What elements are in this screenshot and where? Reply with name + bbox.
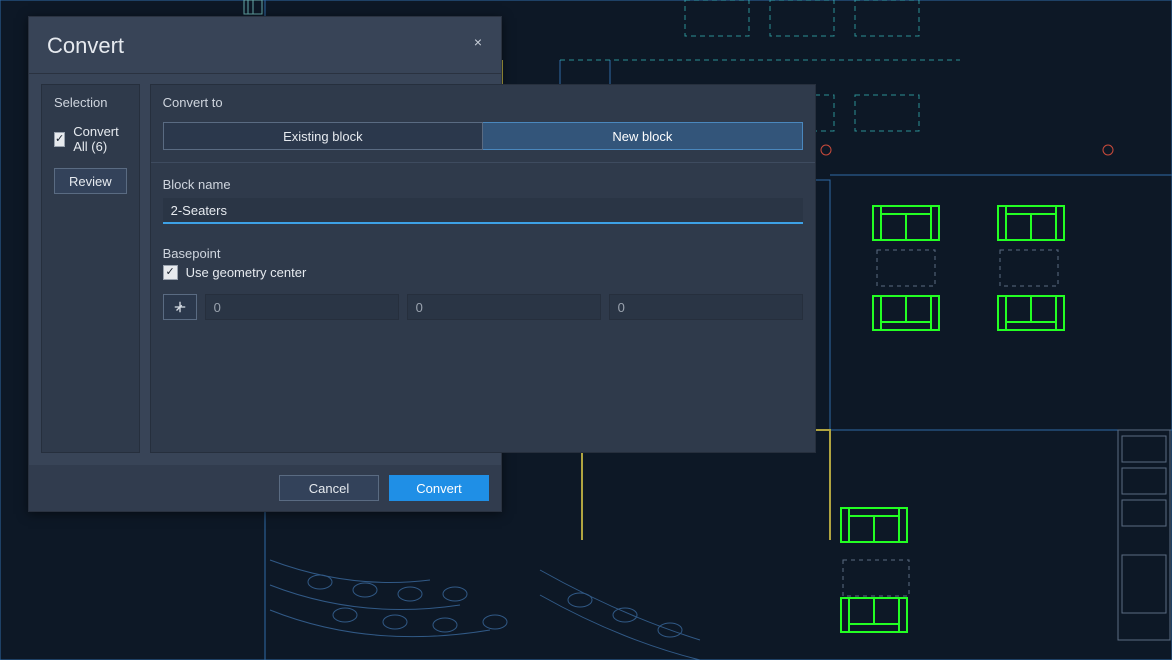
dialog-footer: Cancel Convert [29, 465, 501, 511]
basepoint-label: Basepoint [163, 246, 803, 261]
selection-panel: Selection ✓ Convert All (6) Review [41, 84, 140, 453]
convert-all-label: Convert All (6) [73, 124, 126, 154]
new-block-tab[interactable]: New block [483, 122, 803, 150]
cancel-button[interactable]: Cancel [279, 475, 379, 501]
use-geometry-center-checkbox[interactable]: ✓ [163, 265, 178, 280]
pick-point-button[interactable] [163, 294, 197, 320]
use-geometry-center-row[interactable]: ✓ Use geometry center [163, 261, 803, 284]
close-button[interactable]: × [467, 31, 489, 53]
divider [151, 162, 815, 163]
block-name-label: Block name [163, 177, 803, 192]
convert-all-checkbox[interactable]: ✓ [54, 132, 65, 147]
dialog-header: Convert × [29, 17, 501, 74]
pick-point-icon [173, 300, 187, 314]
convert-to-segmented: Existing block New block [163, 122, 803, 150]
selection-label: Selection [54, 85, 127, 120]
basepoint-x-input[interactable] [205, 294, 399, 320]
convert-button[interactable]: Convert [389, 475, 489, 501]
use-geometry-center-label: Use geometry center [186, 265, 307, 280]
dialog-title: Convert [47, 33, 483, 59]
block-name-input[interactable] [163, 198, 803, 224]
review-button[interactable]: Review [54, 168, 127, 194]
existing-block-tab[interactable]: Existing block [163, 122, 484, 150]
convert-all-row[interactable]: ✓ Convert All (6) [54, 120, 127, 158]
basepoint-coords-row [163, 294, 803, 320]
basepoint-z-input[interactable] [609, 294, 803, 320]
convert-dialog: Convert × Selection ✓ Convert All (6) Re… [28, 16, 502, 512]
basepoint-y-input[interactable] [407, 294, 601, 320]
convert-to-panel: Convert to Existing block New block Bloc… [150, 84, 816, 453]
convert-to-label: Convert to [163, 85, 803, 120]
close-icon: × [474, 34, 482, 50]
